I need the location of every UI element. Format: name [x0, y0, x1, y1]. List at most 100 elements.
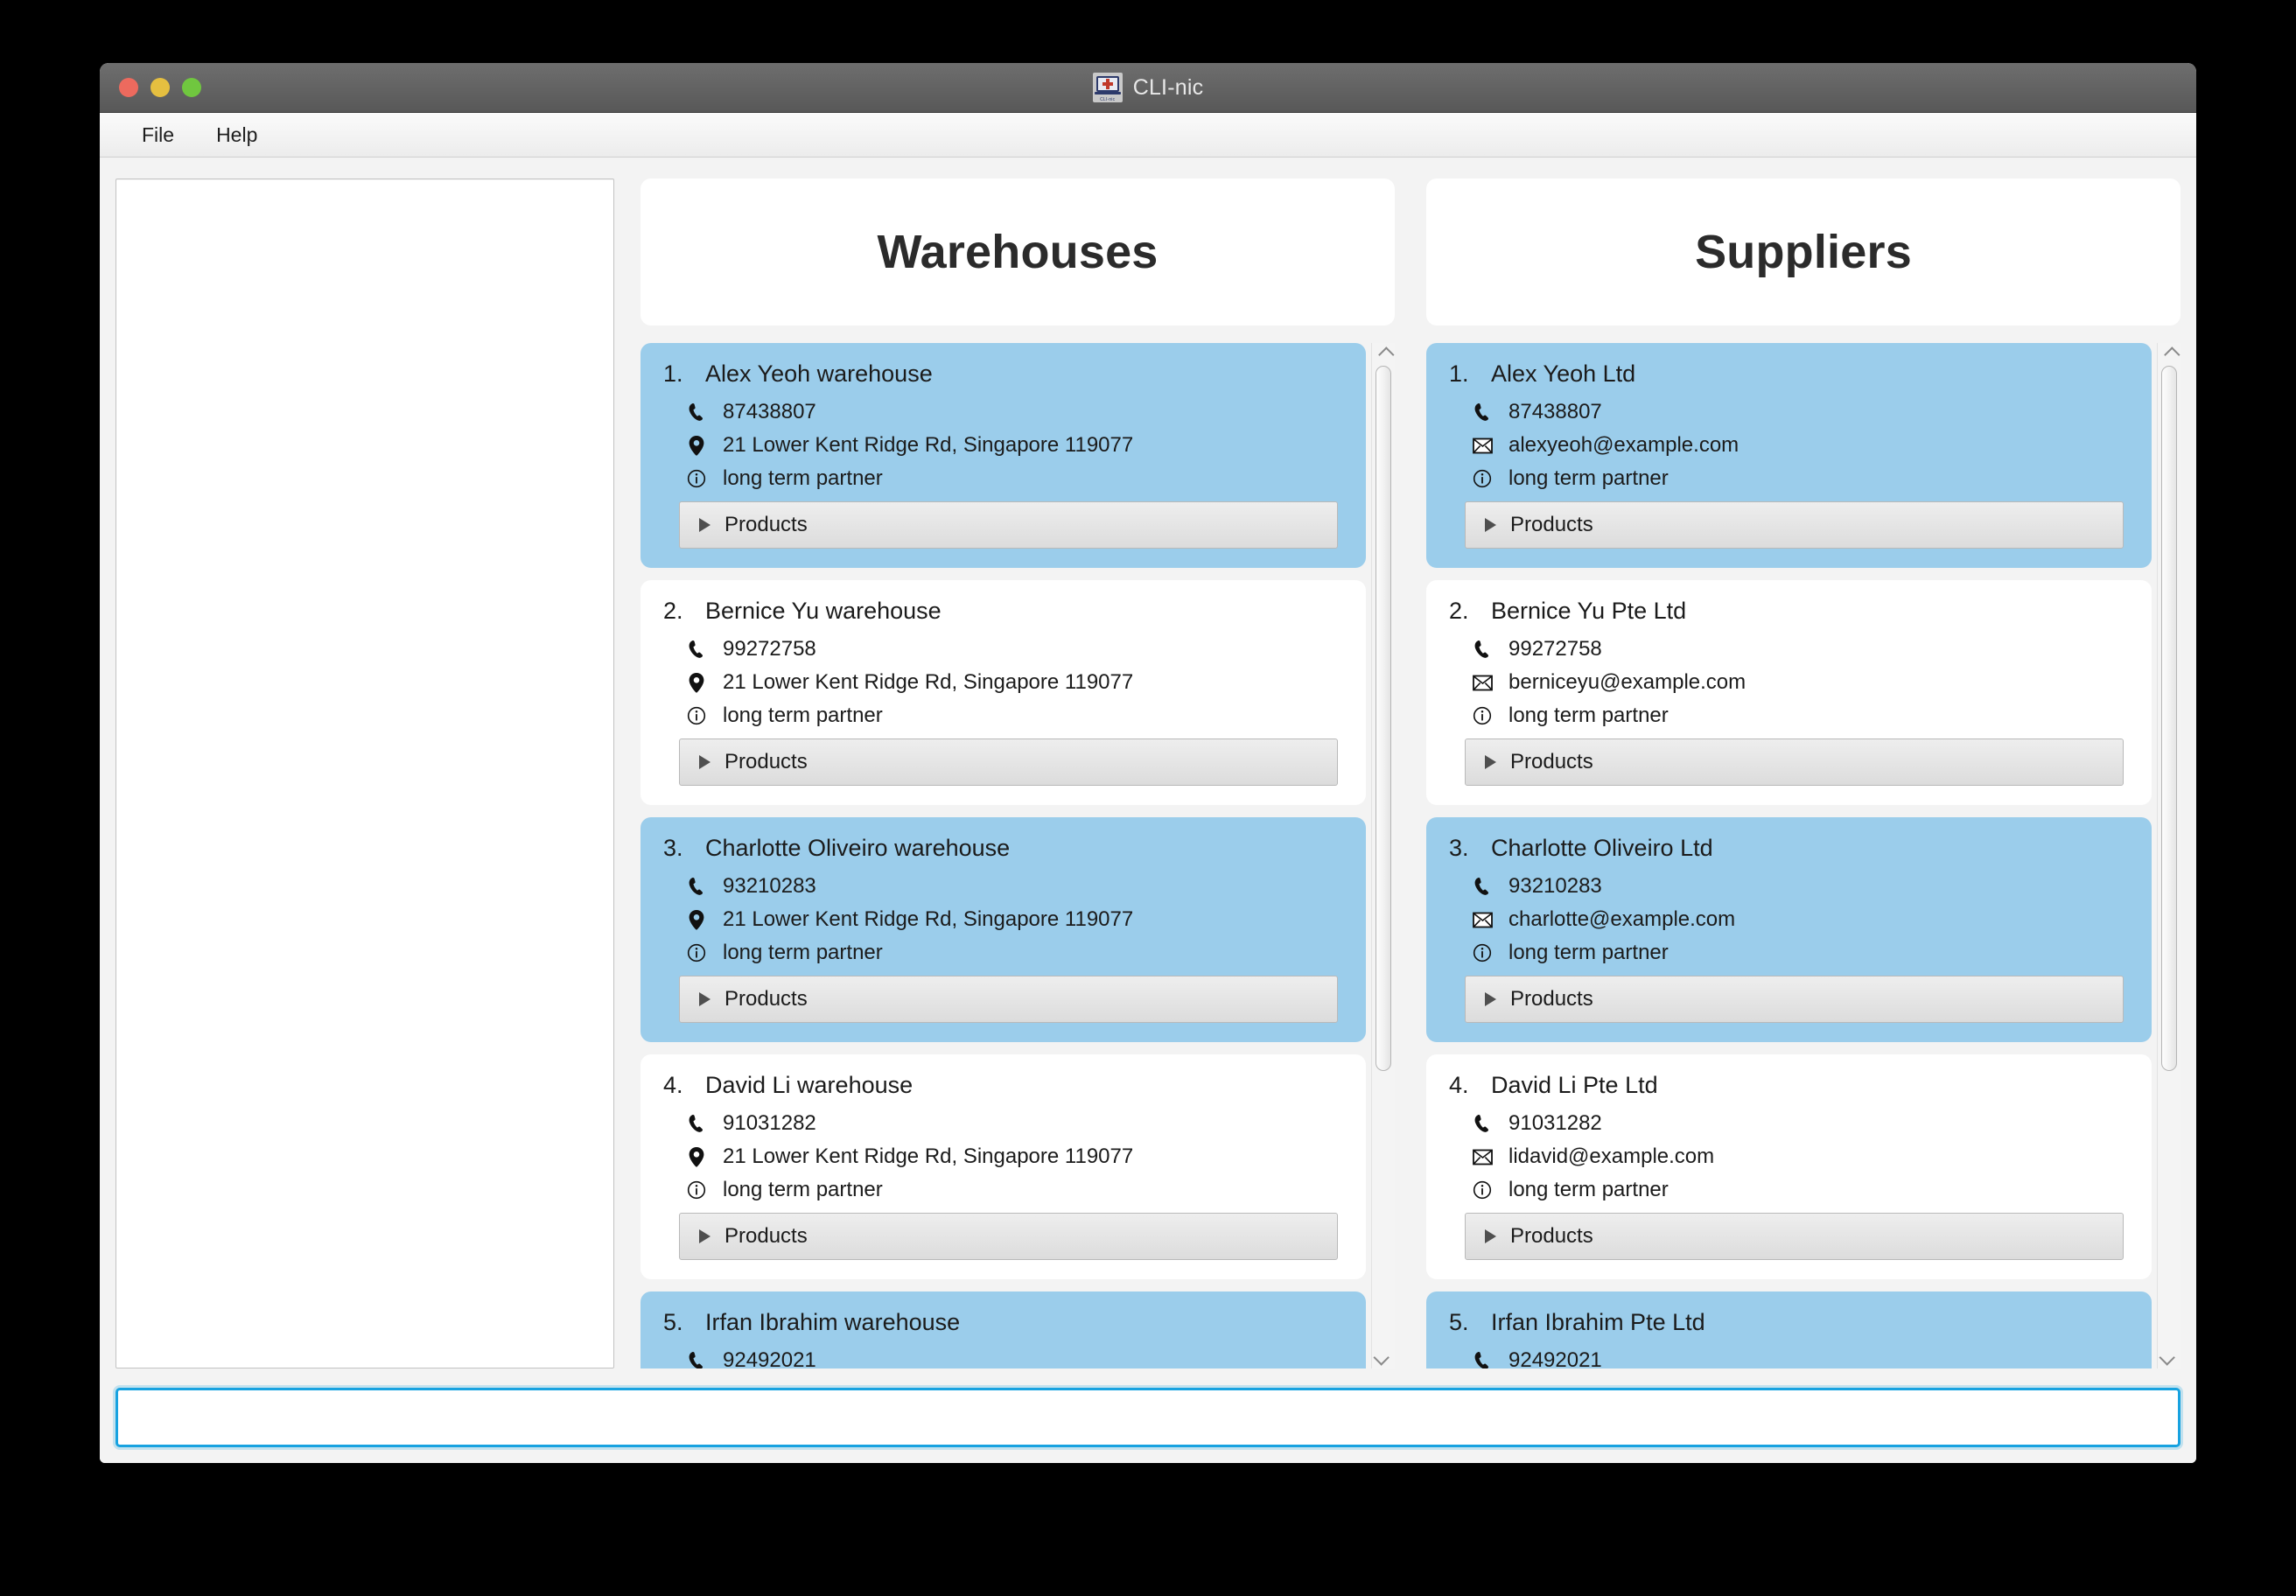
card-title-row: 5. Irfan Ibrahim Pte Ltd: [1449, 1309, 2129, 1336]
remark-value: long term partner: [723, 941, 883, 964]
scroll-down-button[interactable]: [2158, 1346, 2180, 1368]
info-icon: [686, 706, 707, 725]
chevron-right-icon: [699, 518, 710, 532]
phone-row: 93210283: [1449, 874, 2129, 899]
card-index: 1.: [1449, 360, 1469, 387]
supplier-card[interactable]: 2. Bernice Yu Pte Ltd 99272758 berniceyu@ex…: [1426, 580, 2152, 805]
phone-value: 92492021: [1508, 1348, 1602, 1368]
phone-value: 91031282: [1508, 1111, 1602, 1135]
warehouse-card[interactable]: 2. Bernice Yu warehouse 99272758 21 Lower K…: [640, 580, 1366, 805]
menu-item-help[interactable]: Help: [199, 118, 275, 152]
phone-row: 87438807: [663, 400, 1343, 424]
contact-row: alexyeoh@example.com: [1449, 433, 2129, 458]
products-titled-pane[interactable]: Products: [1465, 501, 2124, 549]
envelope-icon: [1472, 1149, 1493, 1166]
contact-row: 21 Lower Kent Ridge Rd, Singapore 119077: [663, 907, 1343, 932]
chevron-right-icon: [1485, 755, 1496, 769]
warehouse-card[interactable]: 3. Charlotte Oliveiro warehouse 93210283 21…: [640, 817, 1366, 1042]
warehouse-card[interactable]: 4. David Li warehouse 91031282 21 Lower Ken…: [640, 1054, 1366, 1279]
supplier-card[interactable]: 5.Irfan Ibrahim Pte Ltd92492021irfan@exa…: [1426, 1292, 2152, 1368]
products-titled-pane[interactable]: Products: [679, 976, 1338, 1023]
card-name: Alex Yeoh Ltd: [1491, 360, 1636, 387]
chevron-right-icon: [699, 992, 710, 1006]
products-titled-pane[interactable]: Products: [679, 738, 1338, 786]
warehouse-scroll-track[interactable]: [1372, 366, 1395, 1346]
phone-row: 92492021: [663, 1348, 1343, 1368]
remark-value: long term partner: [1508, 941, 1669, 964]
warehouse-panel: Warehouses 1. Alex Yeoh warehouse 87438807…: [640, 178, 1395, 1379]
remark-row: long term partner: [1449, 1178, 2129, 1202]
supplier-card[interactable]: 3. Charlotte Oliveiro Ltd 93210283 charlott…: [1426, 817, 2152, 1042]
scroll-up-button[interactable]: [2158, 343, 2180, 366]
phone-row: 99272758: [1449, 637, 2129, 662]
info-icon: [686, 469, 707, 488]
warehouse-scrollbar[interactable]: [1371, 343, 1395, 1368]
card-name: David Li warehouse: [705, 1072, 914, 1098]
card-name: Bernice Yu Pte Ltd: [1491, 598, 1687, 624]
products-label: Products: [724, 1224, 808, 1248]
supplier-panel-title: Suppliers: [1695, 226, 1912, 278]
chevron-up-icon: [2163, 346, 2180, 363]
supplier-card[interactable]: 4. David Li Pte Ltd 91031282 lidavid@exampl…: [1426, 1054, 2152, 1279]
warehouse-panel-header: Warehouses: [640, 178, 1395, 326]
supplier-scroll-thumb[interactable]: [2161, 366, 2177, 1072]
contact-value: 21 Lower Kent Ridge Rd, Singapore 119077: [723, 1144, 1134, 1168]
info-icon: [686, 943, 707, 962]
card-title-row: 4. David Li warehouse: [663, 1072, 1343, 1099]
scroll-down-button[interactable]: [1372, 1346, 1395, 1368]
warehouse-card[interactable]: 1. Alex Yeoh warehouse 87438807 21 Lower Ke…: [640, 343, 1366, 568]
supplier-scroll-track[interactable]: [2158, 366, 2180, 1346]
chevron-down-icon: [2158, 1348, 2175, 1366]
supplier-card[interactable]: 1. Alex Yeoh Ltd 87438807 alexyeoh@example.…: [1426, 343, 2152, 568]
remark-value: long term partner: [723, 704, 883, 727]
app-window: CLI-nic CLI-nic File Help Warehouses 1. …: [100, 63, 2196, 1463]
entity-lists: Warehouses 1. Alex Yeoh warehouse 87438807…: [640, 178, 2180, 1379]
card-index: 2.: [663, 598, 683, 624]
card-name: Alex Yeoh warehouse: [705, 360, 933, 387]
window-controls: [119, 63, 201, 112]
contact-value: 21 Lower Kent Ridge Rd, Singapore 119077: [723, 670, 1134, 694]
result-display-panel: [116, 178, 614, 1368]
phone-value: 99272758: [1508, 637, 1602, 661]
maximize-window-button[interactable]: [182, 78, 201, 97]
panes-row: Warehouses 1. Alex Yeoh warehouse 87438807…: [100, 158, 2196, 1379]
chevron-down-icon: [1372, 1348, 1390, 1366]
info-icon: [1472, 1180, 1493, 1200]
location-pin-icon: [686, 909, 707, 930]
warehouse-card[interactable]: 5.Irfan Ibrahim warehouse9249202121 Lowe…: [640, 1292, 1366, 1368]
card-index: 5.: [663, 1309, 683, 1335]
card-name: Charlotte Oliveiro warehouse: [705, 835, 1011, 861]
clinic-laptop-icon: CLI-nic: [1092, 73, 1123, 102]
products-titled-pane[interactable]: Products: [679, 501, 1338, 549]
minimize-window-button[interactable]: [150, 78, 170, 97]
phone-value: 93210283: [723, 874, 816, 898]
card-title-row: 2. Bernice Yu warehouse: [663, 598, 1343, 625]
phone-row: 99272758: [663, 637, 1343, 662]
command-box-region: [100, 1379, 2196, 1463]
chevron-right-icon: [1485, 518, 1496, 532]
command-input[interactable]: [116, 1388, 2180, 1447]
products-titled-pane[interactable]: Products: [679, 1213, 1338, 1260]
products-label: Products: [1510, 1224, 1593, 1248]
phone-icon: [1472, 640, 1493, 659]
supplier-scrollbar[interactable]: [2157, 343, 2180, 1368]
remark-value: long term partner: [1508, 704, 1669, 727]
products-label: Products: [1510, 513, 1593, 536]
scroll-up-button[interactable]: [1372, 343, 1395, 366]
remark-row: long term partner: [663, 941, 1343, 965]
card-index: 5.: [1449, 1309, 1469, 1335]
menu-item-file[interactable]: File: [124, 118, 192, 152]
products-titled-pane[interactable]: Products: [1465, 1213, 2124, 1260]
phone-icon: [686, 1114, 707, 1133]
close-window-button[interactable]: [119, 78, 138, 97]
card-index: 2.: [1449, 598, 1469, 624]
remark-row: long term partner: [1449, 466, 2129, 491]
contact-row: 21 Lower Kent Ridge Rd, Singapore 119077: [663, 433, 1343, 458]
products-label: Products: [724, 750, 808, 774]
info-icon: [1472, 469, 1493, 488]
warehouse-scroll-thumb[interactable]: [1376, 366, 1391, 1072]
card-title-row: 5. Irfan Ibrahim warehouse: [663, 1309, 1343, 1336]
products-titled-pane[interactable]: Products: [1465, 738, 2124, 786]
products-titled-pane[interactable]: Products: [1465, 976, 2124, 1023]
card-index: 3.: [1449, 835, 1469, 861]
